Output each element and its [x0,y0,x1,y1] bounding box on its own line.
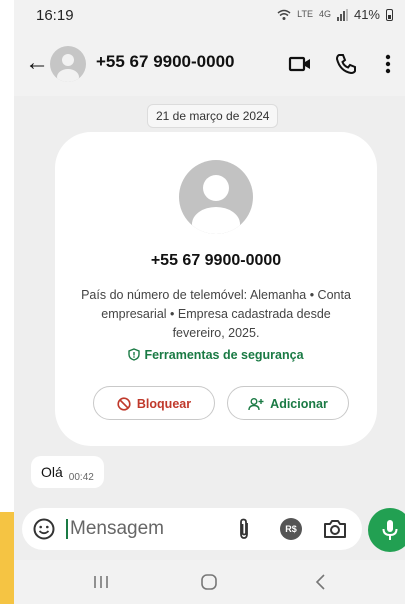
status-bar: 16:19 LTE 4G 41% [14,0,405,30]
avatar-icon [57,54,79,82]
contact-avatar [179,160,253,234]
battery-icon [386,8,393,21]
emoji-icon[interactable] [32,517,56,541]
message-time: 00:42 [68,471,94,483]
security-label: Ferramentas de segurança [144,348,304,362]
message-composer[interactable]: Mensagem R$ [22,508,362,550]
mic-button[interactable] [368,508,405,552]
payment-button[interactable]: R$ [280,518,302,540]
add-person-icon [248,398,264,411]
avatar-icon [192,175,240,234]
signal-icon [336,8,348,21]
status-time: 16:19 [36,7,74,24]
add-label: Adicionar [270,397,328,411]
recents-icon[interactable] [86,570,116,594]
4g-label: 4G [318,9,331,19]
camera-icon[interactable] [322,517,348,541]
block-label: Bloquear [136,397,192,411]
message-input[interactable]: Mensagem [70,518,164,540]
contact-card: +55 67 9900-0000 País do número de telem… [55,132,377,446]
phone-call-icon[interactable] [332,50,360,78]
home-icon[interactable] [194,570,224,594]
message-bubble[interactable]: Olá 00:42 [31,456,104,488]
avatar[interactable] [50,46,86,82]
date-chip: 21 de março de 2024 [147,104,279,128]
yellow-edge [0,512,14,604]
video-call-icon[interactable] [286,50,314,78]
contact-title[interactable]: +55 67 9900-0000 [96,52,235,72]
lte-label: LTE [297,9,313,19]
contact-info: País do número de telemóvel: Alemanha • … [81,288,351,340]
battery-text: 41% [353,7,380,22]
block-icon [117,397,131,411]
contact-phone: +55 67 9900-0000 [150,252,282,269]
shield-icon [128,348,141,361]
phone-screen: 16:19 LTE 4G 41% ← +55 67 9900-0000 21 d… [14,0,405,604]
back-arrow-icon[interactable]: ← [22,48,52,78]
wifi-icon [277,9,291,20]
attach-icon[interactable] [236,517,252,541]
more-vert-icon[interactable] [374,50,402,78]
message-text: Olá [41,464,63,480]
status-icons: LTE 4G 41% [277,7,393,22]
app-bar: ← +55 67 9900-0000 [14,30,405,96]
mic-icon [382,520,398,540]
add-contact-button[interactable]: Adicionar [227,386,349,420]
system-nav-bar [14,560,405,604]
block-button[interactable]: Bloquear [93,386,215,420]
security-tools-link[interactable]: Ferramentas de segurança [55,348,377,362]
screen: 16:19 LTE 4G 41% ← +55 67 9900-0000 21 d… [0,0,405,604]
back-nav-icon[interactable] [306,570,336,594]
text-caret [66,519,68,539]
